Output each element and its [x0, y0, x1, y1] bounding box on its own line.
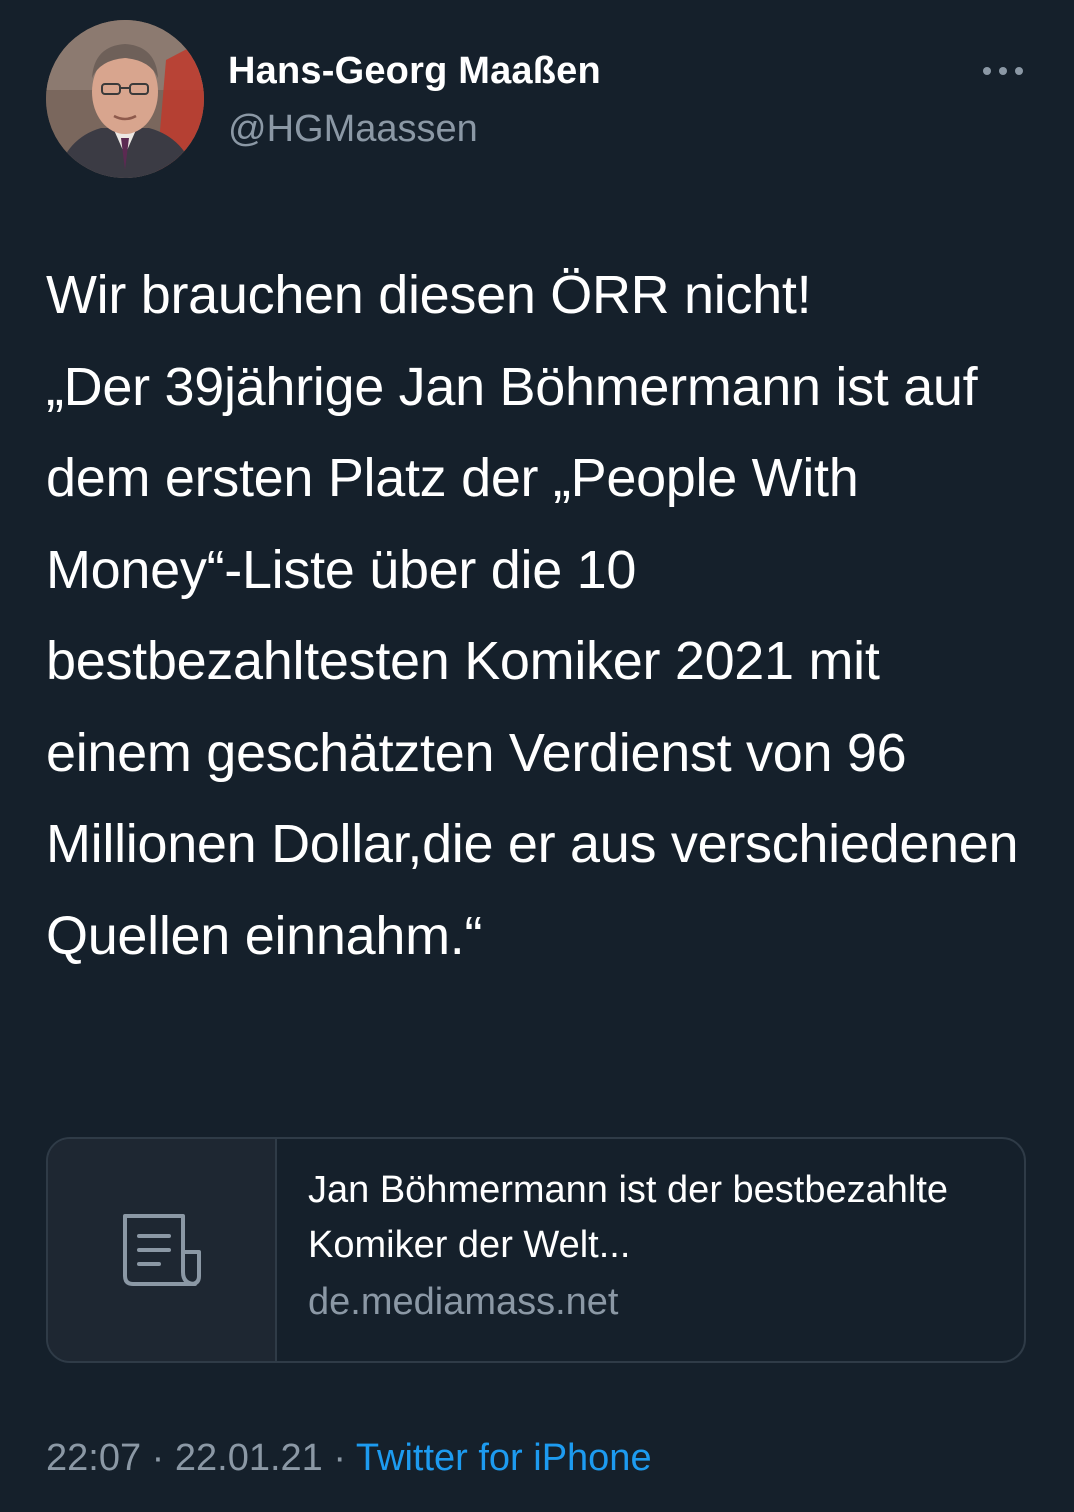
author-handle[interactable]: @HGMaassen: [228, 108, 478, 151]
link-preview-card[interactable]: Jan Böhmermann ist der bestbezahlte Komi…: [46, 1137, 1026, 1363]
tweet-time[interactable]: 22:07: [46, 1437, 141, 1479]
tweet-container: Hans-Georg Maaßen @HGMaassen Wir brauche…: [0, 0, 1074, 1512]
link-card-domain: de.mediamass.net: [308, 1281, 619, 1323]
link-card-thumbnail: [48, 1139, 277, 1361]
document-icon: [122, 1214, 201, 1286]
tweet-source-link[interactable]: Twitter for iPhone: [356, 1437, 652, 1479]
tweet-date[interactable]: 22.01.21: [175, 1437, 323, 1479]
more-options-button[interactable]: [978, 56, 1028, 86]
meta-separator: ·: [151, 1437, 165, 1479]
avatar[interactable]: [46, 20, 204, 178]
avatar-image: [46, 20, 204, 178]
meta-separator: ·: [333, 1437, 347, 1479]
author-display-name[interactable]: Hans-Georg Maaßen: [228, 50, 601, 93]
link-card-title: Jan Böhmermann ist der bestbezahlte Komi…: [308, 1169, 949, 1266]
tweet-metadata: 22:07 · 22.01.21 · Twitter for iPhone: [46, 1437, 652, 1480]
more-dots-icon: [983, 67, 1023, 75]
tweet-text: Wir brauchen diesen ÖRR nicht! „Der 39jä…: [46, 265, 1019, 966]
